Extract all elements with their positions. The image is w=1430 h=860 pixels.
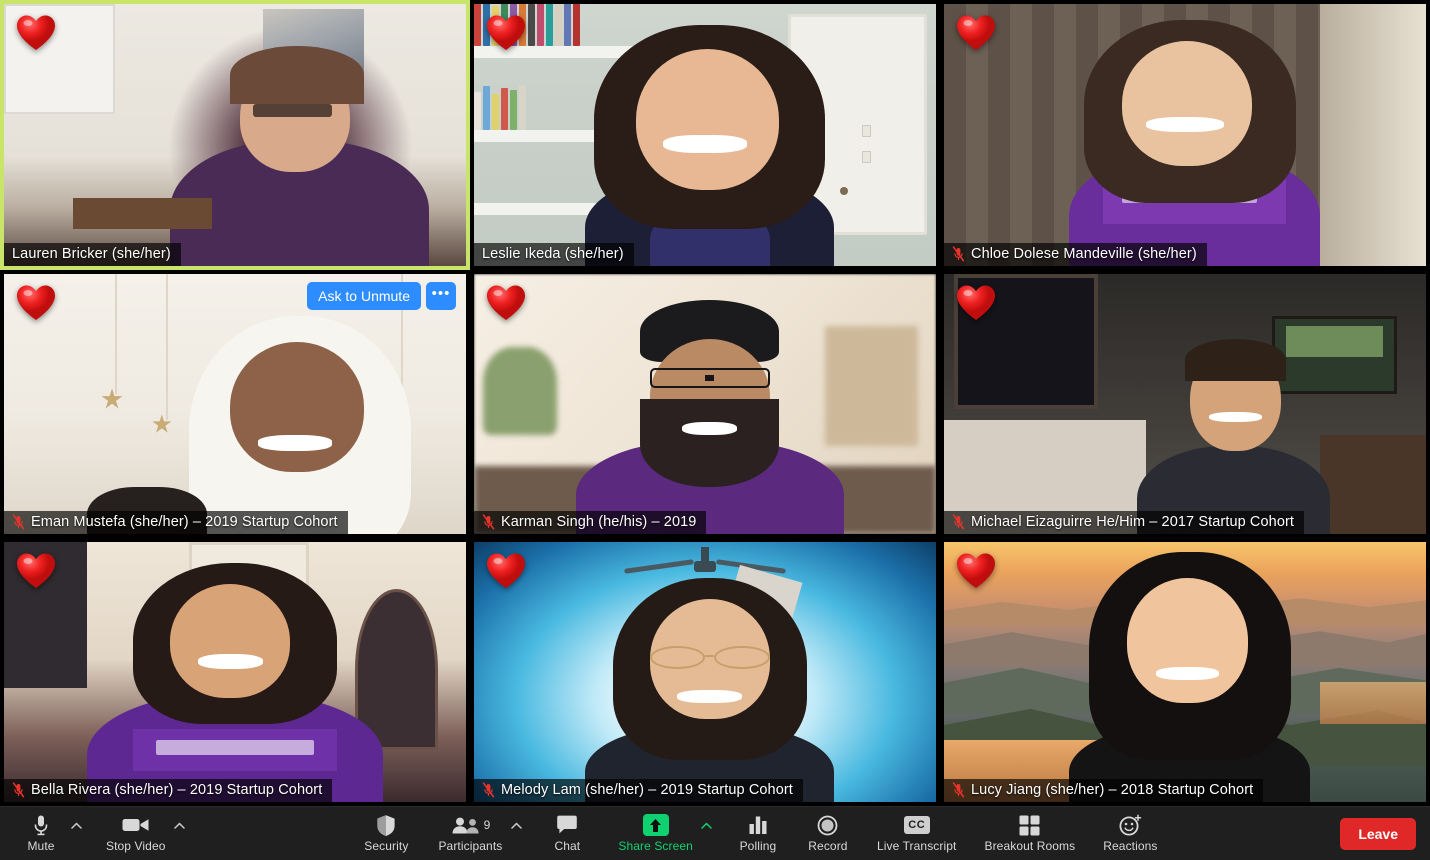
people-icon: 9 <box>451 814 491 836</box>
participant-name: Chloe Dolese Mandeville (she/her) <box>971 246 1197 262</box>
video-camera-icon <box>122 814 150 836</box>
reactions-label: Reactions <box>1103 839 1158 853</box>
live-transcript-button[interactable]: CC Live Transcript <box>871 809 963 859</box>
microphone-icon <box>33 814 49 836</box>
heart-reaction-icon <box>956 284 1000 326</box>
breakout-rooms-label: Breakout Rooms <box>984 839 1076 853</box>
video-tile-michael-eizaguirre[interactable]: Michael Eizaguirre He/Him – 2017 Startup… <box>940 270 1430 538</box>
video-feed <box>4 542 466 802</box>
video-tile-bella-rivera[interactable]: Bella Rivera (she/her) – 2019 Startup Co… <box>0 538 470 806</box>
more-options-button[interactable]: ••• <box>426 282 456 310</box>
chat-button[interactable]: Chat <box>540 809 594 859</box>
shield-icon <box>376 814 396 836</box>
video-options-caret[interactable] <box>172 809 188 859</box>
participants-count: 9 <box>483 818 491 832</box>
video-tile-lucy-jiang[interactable]: Lucy Jiang (she/her) – 2018 Startup Coho… <box>940 538 1430 806</box>
mute-button[interactable]: Mute <box>14 809 68 859</box>
share-screen-label: Share Screen <box>618 839 693 853</box>
participant-nameplate: Lucy Jiang (she/her) – 2018 Startup Coho… <box>944 779 1264 802</box>
video-tile-lauren-bricker[interactable]: Lauren Bricker (she/her) <box>0 0 470 270</box>
share-screen-button[interactable]: Share Screen <box>612 809 699 859</box>
video-feed <box>474 542 936 802</box>
participant-name: Michael Eizaguirre He/Him – 2017 Startup… <box>971 514 1295 530</box>
muted-microphone-icon <box>952 514 965 530</box>
video-tile-karman-singh[interactable]: Karman Singh (he/his) – 2019 <box>470 270 940 538</box>
mute-label: Mute <box>27 839 55 853</box>
participant-nameplate: Melody Lam (she/her) – 2019 Startup Coho… <box>474 779 803 802</box>
security-label: Security <box>364 839 409 853</box>
heart-reaction-icon <box>16 552 60 594</box>
participant-name: Lauren Bricker (she/her) <box>12 246 171 262</box>
participant-nameplate: Michael Eizaguirre He/Him – 2017 Startup… <box>944 511 1305 534</box>
heart-reaction-icon <box>486 14 530 56</box>
leave-button[interactable]: Leave <box>1340 817 1417 850</box>
participants-label: Participants <box>438 839 503 853</box>
audio-options-caret[interactable] <box>68 809 84 859</box>
video-feed <box>4 274 466 534</box>
speech-bubble-icon <box>556 814 578 836</box>
heart-reaction-icon <box>486 552 530 594</box>
muted-microphone-icon <box>482 782 495 798</box>
meeting-toolbar: Mute Stop Video Security 9 Participants … <box>0 806 1430 860</box>
video-tile-melody-lam[interactable]: Melody Lam (she/her) – 2019 Startup Coho… <box>470 538 940 806</box>
breakout-rooms-button[interactable]: Breakout Rooms <box>978 809 1081 859</box>
chat-label: Chat <box>554 839 581 853</box>
stop-video-button[interactable]: Stop Video <box>100 809 172 859</box>
audio-controls: Mute Stop Video <box>14 809 188 859</box>
video-tile-leslie-ikeda[interactable]: Leslie Ikeda (she/her) <box>470 0 940 270</box>
heart-reaction-icon <box>486 284 530 326</box>
participant-name: Lucy Jiang (she/her) – 2018 Startup Coho… <box>971 782 1254 798</box>
heart-reaction-icon <box>956 552 1000 594</box>
cc-icon: CC <box>903 814 930 836</box>
participant-name: Melody Lam (she/her) – 2019 Startup Coho… <box>501 782 793 798</box>
participant-name: Bella Rivera (she/her) – 2019 Startup Co… <box>31 782 323 798</box>
participant-nameplate: Chloe Dolese Mandeville (she/her) <box>944 243 1207 266</box>
reactions-button[interactable]: Reactions <box>1097 809 1163 859</box>
zoom-meeting-window: Lauren Bricker (she/her) Leslie Ikeda (s… <box>0 0 1430 860</box>
participants-button[interactable]: 9 Participants <box>432 809 508 859</box>
muted-microphone-icon <box>12 782 25 798</box>
stop-video-label: Stop Video <box>106 839 166 853</box>
participant-name: Leslie Ikeda (she/her) <box>482 246 624 262</box>
ask-to-unmute-button[interactable]: Ask to Unmute <box>307 282 421 310</box>
smiley-plus-icon <box>1119 814 1142 836</box>
participant-nameplate: Karman Singh (he/his) – 2019 <box>474 511 707 534</box>
muted-microphone-icon <box>952 246 965 262</box>
video-feed <box>944 274 1426 534</box>
video-feed <box>944 542 1426 802</box>
share-screen-up-arrow-icon <box>642 814 669 836</box>
record-circle-icon <box>817 814 838 836</box>
security-button[interactable]: Security <box>358 809 414 859</box>
polling-button[interactable]: Polling <box>731 809 785 859</box>
participant-nameplate: Leslie Ikeda (she/her) <box>474 243 634 266</box>
participant-nameplate: Eman Mustefa (she/her) – 2019 Startup Co… <box>4 511 348 534</box>
video-feed <box>474 274 936 534</box>
live-transcript-label: Live Transcript <box>876 839 957 853</box>
muted-microphone-icon <box>12 514 25 530</box>
tile-host-controls[interactable]: Ask to Unmute ••• <box>307 282 456 310</box>
video-feed <box>944 4 1426 266</box>
participant-name: Karman Singh (he/his) – 2019 <box>501 514 697 530</box>
share-screen-options-caret[interactable] <box>699 809 715 859</box>
muted-microphone-icon <box>482 514 495 530</box>
participant-nameplate: Lauren Bricker (she/her) <box>4 243 181 266</box>
record-label: Record <box>808 839 848 853</box>
video-feed <box>4 4 466 266</box>
grid-squares-icon <box>1019 814 1040 836</box>
video-tile-eman-mustefa[interactable]: Ask to Unmute ••• Eman Mustefa (she/her)… <box>0 270 470 538</box>
main-controls: Security 9 Participants Chat Share Scree… <box>358 809 1163 859</box>
video-gallery: Lauren Bricker (she/her) Leslie Ikeda (s… <box>0 0 1430 806</box>
bar-chart-icon <box>748 814 768 836</box>
heart-reaction-icon <box>16 14 60 56</box>
heart-reaction-icon <box>16 284 60 326</box>
heart-reaction-icon <box>956 14 1000 56</box>
video-feed <box>474 4 936 266</box>
participant-nameplate: Bella Rivera (she/her) – 2019 Startup Co… <box>4 779 333 802</box>
participants-options-caret[interactable] <box>508 809 524 859</box>
record-button[interactable]: Record <box>801 809 855 859</box>
muted-microphone-icon <box>952 782 965 798</box>
participant-name: Eman Mustefa (she/her) – 2019 Startup Co… <box>31 514 338 530</box>
video-tile-chloe-dolese-mandeville[interactable]: Chloe Dolese Mandeville (she/her) <box>940 0 1430 270</box>
polling-label: Polling <box>739 839 777 853</box>
